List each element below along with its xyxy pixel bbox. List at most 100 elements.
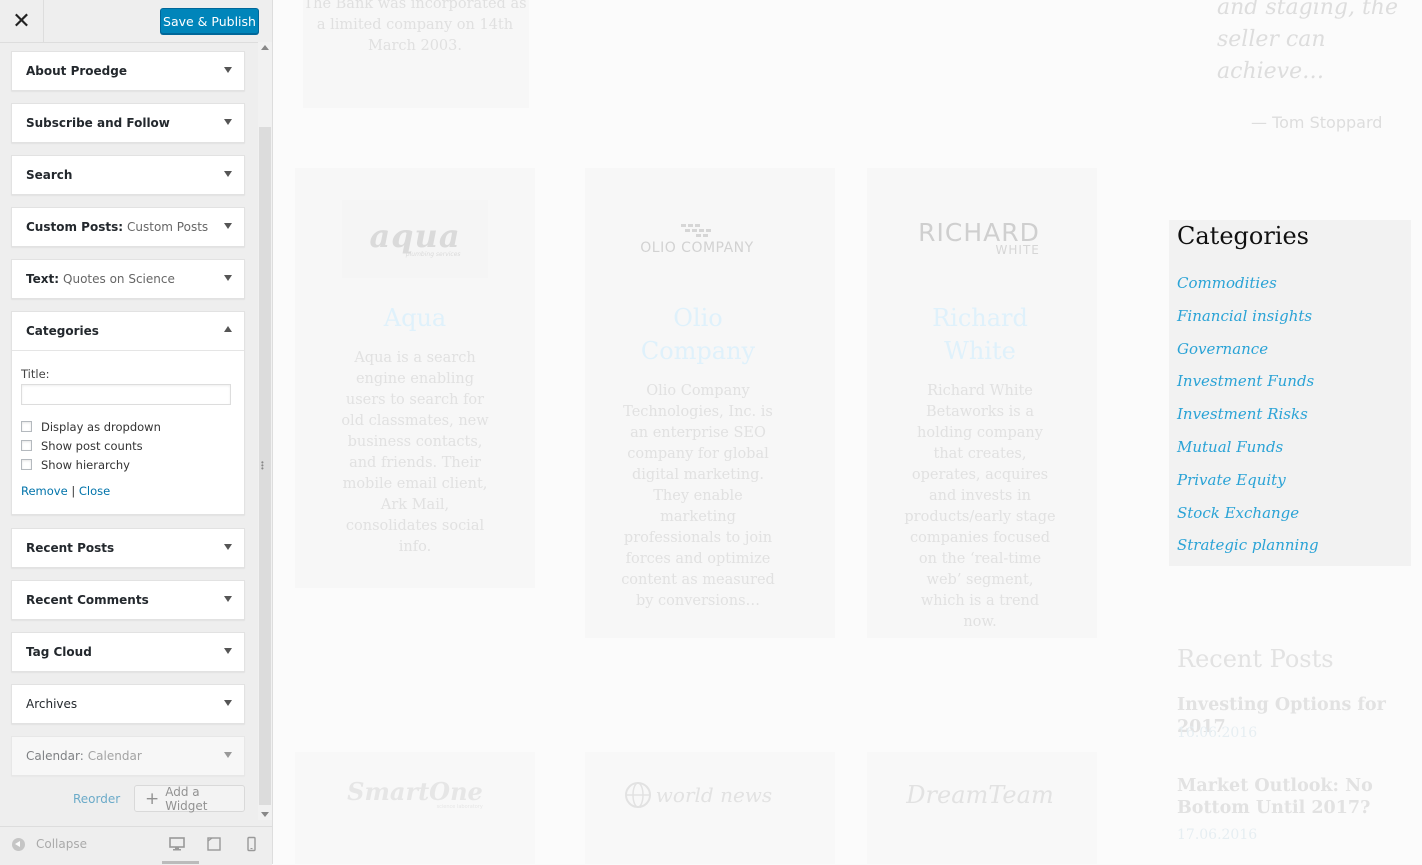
option-label: Display as dropdown (41, 419, 161, 434)
widget-title: Custom Posts: (26, 220, 124, 234)
client-name[interactable]: Aqua (295, 302, 535, 335)
chevron-down-icon[interactable] (224, 67, 232, 73)
categories-widget-form: Title: Display as dropdown Show post cou… (12, 350, 244, 508)
display-dropdown-option[interactable]: Display as dropdown (21, 417, 235, 436)
logo-text: OLIO COMPANY (640, 240, 754, 256)
widget-title: Text: (26, 272, 60, 286)
widget-title: Categories (26, 324, 99, 338)
chevron-down-icon[interactable] (224, 648, 232, 654)
chevron-down-icon[interactable] (224, 275, 232, 281)
add-widget-label: Add a Widget (165, 784, 208, 813)
close-link[interactable]: Close (79, 484, 110, 498)
categories-widget-preview: Categories Commodities Financial insight… (1169, 220, 1411, 566)
widget-custom-posts[interactable]: Custom Posts: Custom Posts (11, 207, 245, 247)
show-post-counts-checkbox[interactable] (21, 440, 32, 451)
sidebar-scrollbar[interactable]: • • • (258, 42, 272, 820)
widget-recent-posts[interactable]: Recent Posts (11, 528, 245, 568)
category-link[interactable]: Governance (1177, 340, 1319, 373)
remove-link[interactable]: Remove (21, 484, 68, 498)
tablet-preview-icon[interactable] (206, 836, 228, 854)
show-hierarchy-checkbox[interactable] (21, 459, 32, 470)
desktop-preview-icon[interactable] (169, 836, 191, 854)
recent-post-date: 17.06.2016 (1177, 827, 1258, 843)
category-link[interactable]: Strategic planning (1177, 536, 1319, 569)
widget-categories-expanded[interactable]: Categories Title: Display as dropdown Sh… (11, 311, 245, 515)
widget-area-actions: Reorder + Add a Widget (0, 785, 258, 813)
widget-subtitle: Calendar (87, 749, 142, 763)
widget-calendar[interactable]: Calendar: Calendar (11, 736, 245, 776)
logo-text: RICHARD (918, 218, 1040, 247)
chevron-down-icon[interactable] (224, 544, 232, 550)
widget-title: Tag Cloud (26, 645, 92, 659)
category-link[interactable]: Private Equity (1177, 471, 1319, 504)
show-post-counts-option[interactable]: Show post counts (21, 436, 235, 455)
option-label: Show post counts (41, 438, 143, 453)
customizer-footer: Collapse (0, 826, 272, 865)
client-description: Olio Company Technologies, Inc. is an en… (621, 383, 775, 609)
site-preview: The Bank was incorporated as a limited c… (273, 0, 1422, 864)
category-link[interactable]: Stock Exchange (1177, 504, 1319, 537)
title-input[interactable] (21, 384, 231, 405)
close-icon[interactable]: ✕ (0, 0, 44, 42)
widget-about-proedge[interactable]: About Proedge (11, 51, 245, 91)
globe-icon (624, 782, 651, 808)
quote-author: — Tom Stoppard (1251, 113, 1383, 132)
about-text-fragment: The Bank was incorporated as a limited c… (303, 0, 527, 54)
widget-tag-cloud[interactable]: Tag Cloud (11, 632, 245, 672)
mobile-preview-icon[interactable] (243, 836, 265, 854)
client-name[interactable]: Olio Company (625, 302, 771, 368)
chevron-down-icon[interactable] (224, 223, 232, 229)
widget-title: Archives (26, 697, 78, 711)
chevron-down-icon[interactable] (224, 752, 232, 758)
olio-company-logo: OLIO COMPANY (624, 200, 770, 278)
collapse-icon (12, 837, 25, 851)
display-dropdown-checkbox[interactable] (21, 421, 32, 432)
chevron-down-icon[interactable] (224, 119, 232, 125)
widget-title: Search (26, 168, 73, 182)
logo-text: DreamTeam (906, 781, 1054, 809)
add-widget-button[interactable]: + Add a Widget (134, 784, 245, 813)
dreamteam-logo: DreamTeam (905, 765, 1055, 825)
smartone-logo: SmartOne science laboratory (340, 765, 490, 825)
widget-title: Recent Posts (26, 541, 115, 555)
plus-icon: + (145, 788, 160, 809)
logo-text: world news (655, 783, 773, 807)
scroll-up-icon[interactable] (261, 45, 269, 50)
title-label: Title: (21, 367, 50, 381)
reorder-link[interactable]: Reorder (73, 792, 120, 806)
client-name[interactable]: Richard White (907, 302, 1053, 368)
grip-icon: • • • (261, 458, 264, 473)
categories-title: Categories (1177, 222, 1309, 250)
scroll-down-icon[interactable] (261, 812, 269, 817)
recent-post-title[interactable]: Market Outlook: No Bottom Until 2017? (1177, 775, 1417, 819)
widget-recent-comments[interactable]: Recent Comments (11, 580, 245, 620)
chevron-down-icon[interactable] (224, 596, 232, 602)
category-link[interactable]: Investment Funds (1177, 372, 1319, 405)
show-hierarchy-option[interactable]: Show hierarchy (21, 455, 235, 474)
widget-text-quotes[interactable]: Text: Quotes on Science (11, 259, 245, 299)
world-news-logo: world news (623, 765, 773, 825)
customizer-sidebar: ✕ Save & Publish About Proedge Subscribe… (0, 0, 273, 865)
collapse-button[interactable]: Collapse (12, 837, 87, 851)
category-link[interactable]: Commodities (1177, 274, 1319, 307)
chevron-up-icon[interactable] (224, 326, 232, 332)
categories-list: Commodities Financial insights Governanc… (1177, 274, 1319, 569)
widget-subscribe-follow[interactable]: Subscribe and Follow (11, 103, 245, 143)
category-link[interactable]: Investment Risks (1177, 405, 1319, 438)
chevron-down-icon[interactable] (224, 700, 232, 706)
logo-text: SmartOne (347, 777, 483, 806)
recent-post-date: 16.06.2016 (1177, 725, 1258, 741)
category-link[interactable]: Financial insights (1177, 307, 1319, 340)
recent-posts-title: Recent Posts (1177, 645, 1334, 673)
widget-title: Recent Comments (26, 593, 149, 607)
widget-search[interactable]: Search (11, 155, 245, 195)
widget-title: Subscribe and Follow (26, 116, 170, 130)
logo-text: aqua (369, 216, 461, 255)
widget-archives[interactable]: Archives (11, 684, 245, 724)
save-publish-button[interactable]: Save & Publish (160, 8, 259, 34)
olio-mark-icon (680, 224, 711, 237)
richard-white-logo: RICHARD WHITE (906, 200, 1052, 278)
client-description: Richard White Betaworks is a holding com… (904, 383, 1056, 630)
chevron-down-icon[interactable] (224, 171, 232, 177)
category-link[interactable]: Mutual Funds (1177, 438, 1319, 471)
